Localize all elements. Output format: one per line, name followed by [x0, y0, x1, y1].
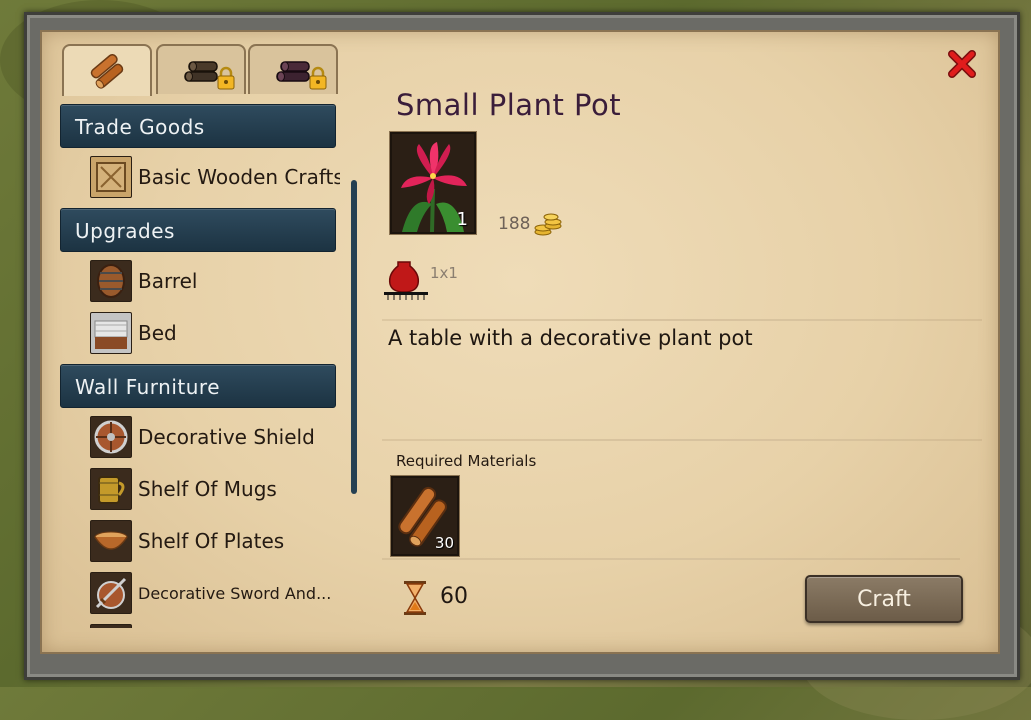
- shield-icon: [90, 416, 132, 458]
- divider: [382, 558, 960, 560]
- tab-wood[interactable]: [62, 44, 152, 96]
- list-item-label: Decorative Sword And...: [138, 583, 332, 603]
- item-size: 1x1: [430, 264, 458, 282]
- list-item-decorative-shield[interactable]: Decorative Shield: [90, 416, 315, 458]
- list-item-partial: [90, 624, 132, 628]
- close-icon: [948, 50, 976, 78]
- list-item-label: Shelf Of Mugs: [138, 477, 277, 501]
- list-item-bed[interactable]: Bed: [90, 312, 177, 354]
- bed-icon: [90, 312, 132, 354]
- list-item-basic-wooden-crafts[interactable]: Basic Wooden Crafts: [90, 156, 340, 198]
- list-item-label: Barrel: [138, 269, 198, 293]
- hourglass-icon: [404, 581, 426, 615]
- gold-coins-icon: [534, 213, 562, 236]
- list-item-label: Bed: [138, 321, 177, 345]
- red-vase-icon: [384, 261, 428, 300]
- list-item-label: Decorative Shield: [138, 425, 315, 449]
- recipe-list[interactable]: Trade Goods Basic Wooden Crafts Upgrades…: [60, 100, 340, 628]
- tab-purple-wood[interactable]: [248, 44, 338, 94]
- category-upgrades[interactable]: Upgrades: [60, 208, 336, 252]
- item-quantity: 1: [456, 209, 468, 230]
- list-item-label: Basic Wooden Crafts: [138, 165, 340, 189]
- sword-shield-icon: [90, 572, 132, 614]
- list-item-barrel[interactable]: Barrel: [90, 260, 198, 302]
- list-item-shelf-of-plates[interactable]: Shelf Of Plates: [90, 520, 284, 562]
- barrel-icon: [90, 260, 132, 302]
- close-button[interactable]: [944, 46, 980, 82]
- dark-logs-icon: [184, 61, 218, 82]
- lock-icon: [309, 66, 327, 90]
- item-title: Small Plant Pot: [396, 88, 622, 122]
- material-slot: 30: [391, 476, 459, 556]
- material-quantity: 30: [434, 534, 454, 552]
- price-display: 188: [498, 210, 563, 238]
- divider: [382, 439, 982, 441]
- list-item-decorative-sword[interactable]: Decorative Sword And...: [90, 572, 331, 614]
- tab-dark-wood[interactable]: [156, 44, 246, 94]
- category-wall-furniture[interactable]: Wall Furniture: [60, 364, 336, 408]
- mug-icon: [90, 468, 132, 510]
- list-scrollbar[interactable]: [351, 180, 357, 494]
- category-trade-goods[interactable]: Trade Goods: [60, 104, 336, 148]
- item-slot: 1: [390, 132, 476, 234]
- divider: [382, 319, 982, 321]
- wood-logs-icon: [90, 53, 124, 89]
- bowl-icon: [90, 520, 132, 562]
- craft-button[interactable]: Craft: [805, 575, 963, 623]
- price-value: 188: [498, 214, 531, 234]
- crate-icon: [90, 156, 132, 198]
- purple-logs-icon: [276, 61, 310, 82]
- item-description: A table with a decorative plant pot: [388, 326, 753, 350]
- craft-time: 60: [440, 584, 468, 609]
- list-item-label: Shelf Of Plates: [138, 529, 285, 553]
- required-materials-label: Required Materials: [396, 452, 537, 470]
- lock-icon: [217, 66, 235, 90]
- item-icon: [90, 624, 132, 628]
- list-item-shelf-of-mugs[interactable]: Shelf Of Mugs: [90, 468, 277, 510]
